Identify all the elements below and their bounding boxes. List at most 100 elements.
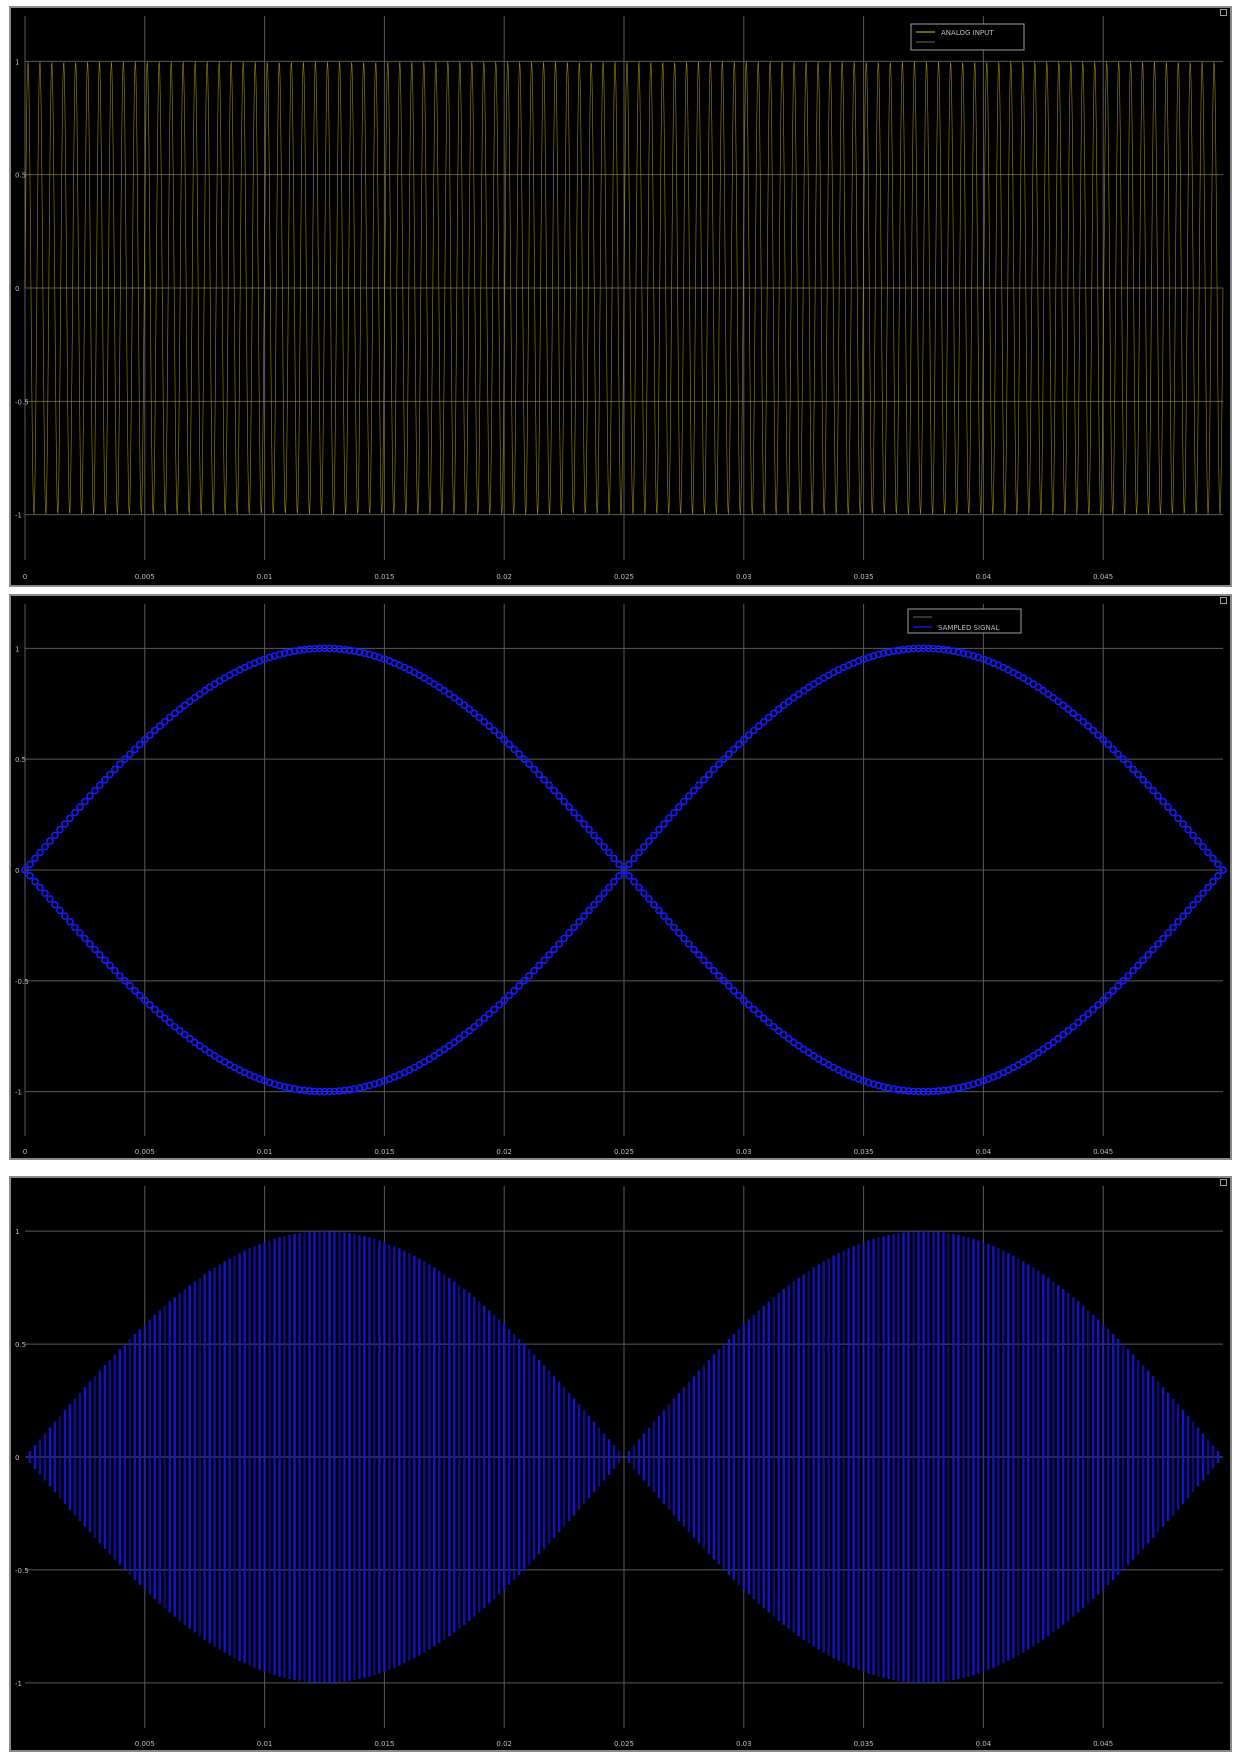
- sample-point-lower: [685, 792, 693, 800]
- sample-point-upper: [26, 860, 34, 868]
- sample-point-upper: [1194, 895, 1202, 903]
- sample-point-lower: [555, 940, 563, 948]
- sample-point-lower: [1149, 786, 1157, 795]
- sample-point-upper: [116, 760, 124, 769]
- sample-point-upper: [1134, 961, 1142, 970]
- sample-point-lower: [635, 848, 643, 857]
- x-tick-label: 0.025: [614, 1740, 634, 1748]
- sample-point-upper: [550, 786, 558, 795]
- x-tick-label: 0.035: [854, 1148, 874, 1156]
- sample-point-upper: [36, 848, 44, 857]
- sample-point-upper: [1179, 912, 1187, 920]
- sample-point-lower: [550, 945, 558, 954]
- sample-point-lower: [1164, 803, 1172, 811]
- sample-point-upper: [655, 906, 663, 915]
- sample-point-upper: [61, 820, 69, 828]
- sample-point-upper: [1174, 917, 1182, 926]
- sample-point-lower: [615, 872, 623, 880]
- sample-point-lower: [106, 961, 114, 970]
- legend-box: [910, 23, 1025, 51]
- sample-point-upper: [710, 966, 718, 975]
- sample-point-upper: [595, 837, 603, 845]
- sample-point-lower: [31, 877, 39, 886]
- sample-point-upper: [515, 750, 523, 758]
- x-tick-label: 0.005: [135, 1148, 155, 1156]
- sample-point-lower: [730, 745, 738, 754]
- sample-point-lower: [540, 956, 548, 964]
- y-tick-label: -1: [15, 1089, 22, 1097]
- sample-point-upper: [66, 814, 74, 823]
- panel-corner-icon: [1220, 1179, 1227, 1186]
- sample-point-upper: [580, 820, 588, 828]
- scope-panel-analog: 0 0.005 0.01 0.015 0.02 0.025 0.03 0.035 0.04 0.0…: [9, 6, 1232, 587]
- sample-point-lower: [1144, 781, 1152, 789]
- sample-point-upper: [605, 848, 613, 857]
- sample-point-upper: [1114, 982, 1122, 990]
- sample-point-lower: [680, 797, 688, 806]
- sample-point-upper: [1109, 986, 1117, 995]
- x-tick-label: 0.01: [257, 1148, 273, 1156]
- sample-point-lower: [585, 906, 593, 915]
- y-tick-label: -0.5: [15, 978, 29, 986]
- sample-point-upper: [525, 760, 533, 769]
- sample-point-lower: [695, 781, 703, 789]
- sample-point-upper: [495, 731, 504, 739]
- sample-point-upper: [635, 883, 643, 892]
- sample-point-lower: [101, 956, 109, 964]
- sample-point-lower: [590, 900, 598, 909]
- sample-point-upper: [1129, 966, 1137, 975]
- sample-point-upper: [96, 781, 104, 789]
- sample-point-upper: [76, 803, 84, 811]
- x-tick-label: 0.025: [614, 1148, 634, 1156]
- sample-point-upper: [665, 917, 673, 926]
- x-tick-label: 0.04: [976, 1148, 992, 1156]
- sample-point-upper: [565, 803, 573, 811]
- legend-label: SAMPLED SIGNAL: [938, 624, 1000, 632]
- sample-point-upper: [535, 770, 543, 779]
- sample-point-upper: [680, 934, 688, 943]
- sample-point-upper: [590, 831, 598, 840]
- sample-point-upper: [1094, 1001, 1103, 1009]
- sample-point-upper: [1164, 929, 1172, 937]
- sample-point-upper: [1204, 883, 1212, 892]
- sample-point-lower: [1214, 860, 1222, 868]
- sample-point-lower: [91, 945, 99, 954]
- sample-point-upper: [111, 765, 119, 774]
- y-tick-label: 0.5: [15, 172, 26, 180]
- sample-point-lower: [645, 837, 653, 845]
- sample-point-upper: [1124, 971, 1132, 980]
- x-tick-label: 0.02: [496, 1148, 512, 1156]
- sample-point-lower: [515, 982, 523, 990]
- sample-point-lower: [650, 831, 658, 840]
- sample-point-lower: [76, 929, 84, 937]
- sample-point-lower: [1179, 820, 1187, 828]
- x-tick-label: 0: [23, 573, 27, 581]
- sample-point-upper: [570, 808, 578, 817]
- sample-point-upper: [1199, 889, 1207, 897]
- y-tick-label: 1: [15, 58, 19, 66]
- sample-point-upper: [31, 854, 39, 863]
- y-tick-label: 0: [15, 1454, 19, 1462]
- sample-point-upper: [1149, 945, 1157, 954]
- sample-point-lower: [670, 808, 678, 817]
- y-tick-label: 1: [15, 645, 19, 653]
- sample-point-lower: [86, 940, 94, 948]
- sample-point-lower: [595, 895, 603, 903]
- sample-point-lower: [565, 929, 573, 937]
- sample-point-upper: [675, 929, 683, 937]
- sample-point-lower: [675, 803, 683, 811]
- x-tick-label: 0.02: [496, 573, 512, 581]
- sample-point-upper: [725, 982, 733, 990]
- sample-point-lower: [710, 765, 718, 774]
- sample-point-lower: [96, 951, 104, 959]
- sample-point-upper: [131, 745, 139, 754]
- sample-point-upper: [101, 776, 109, 784]
- sample-point-upper: [560, 797, 568, 806]
- sample-point-lower: [56, 906, 64, 915]
- sample-point-upper: [575, 814, 583, 823]
- sample-point-upper: [600, 843, 608, 851]
- sample-point-lower: [690, 786, 698, 795]
- panel-corner-icon: [1220, 597, 1227, 604]
- x-tick-label: 0.005: [135, 573, 155, 581]
- sample-point-upper: [555, 792, 563, 800]
